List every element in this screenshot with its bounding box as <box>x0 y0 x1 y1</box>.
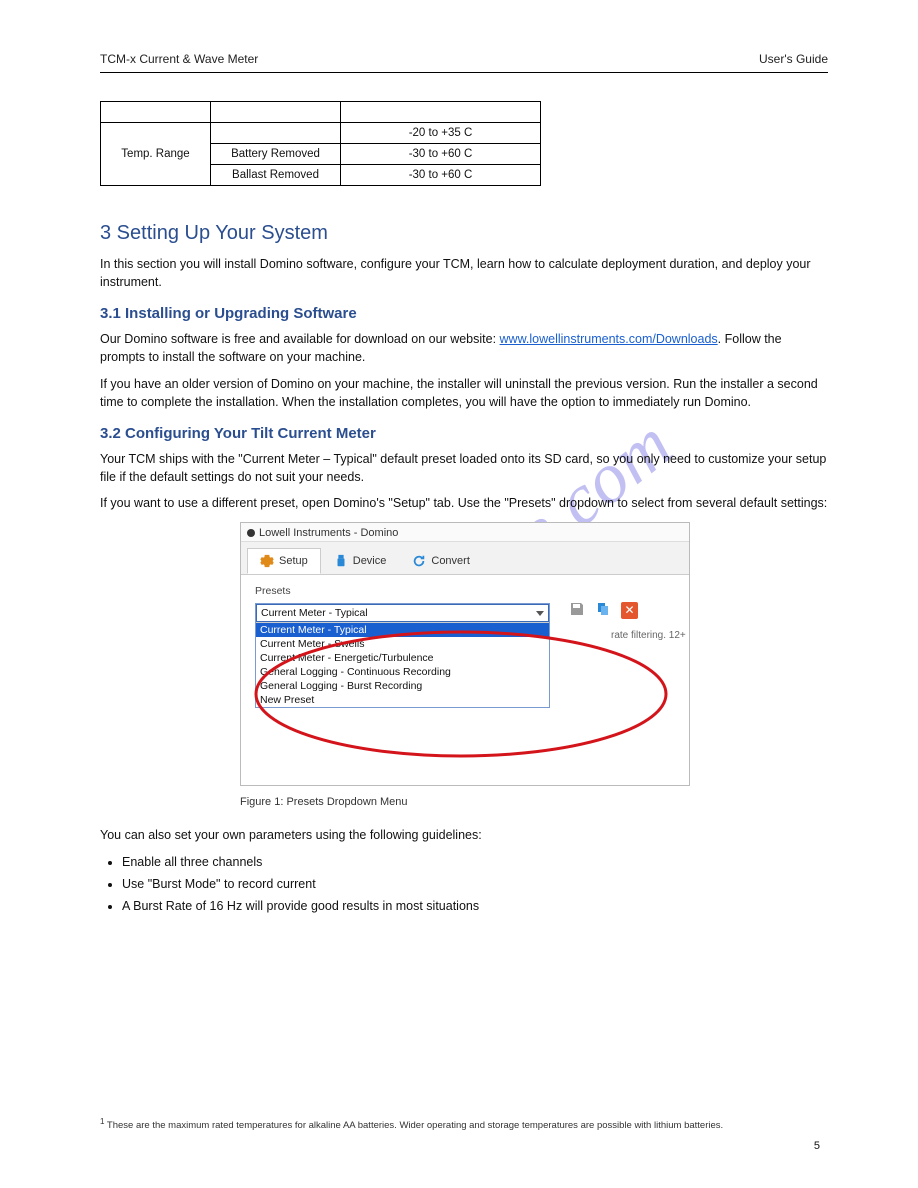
dropdown-item[interactable]: New Preset <box>256 693 549 707</box>
paragraph: If you have an older version of Domino o… <box>100 375 828 411</box>
header-right: User's Guide <box>759 52 828 66</box>
spec-cell: Ballast Removed <box>211 165 341 186</box>
dropdown-item[interactable]: Current Meter - Swells <box>256 637 549 651</box>
spec-cell: -30 to +60 C <box>341 144 541 165</box>
figure-screenshot: Lowell Instruments - Domino Setup Device… <box>240 522 690 786</box>
app-icon <box>247 529 255 537</box>
paragraph: You can also set your own parameters usi… <box>100 826 828 844</box>
tab-device[interactable]: Device <box>321 548 400 574</box>
spec-cell: -20 to +35 C <box>341 123 541 144</box>
spec-table: Storage & Transportation Temp. Range -20… <box>100 101 541 186</box>
dropdown-list: Current Meter - Typical Current Meter - … <box>256 622 549 707</box>
window-title-text: Lowell Instruments - Domino <box>259 527 398 539</box>
spec-row-label: Temp. Range <box>101 123 211 186</box>
tab-label: Convert <box>431 555 470 567</box>
spec-col-header: Storage & Transportation <box>341 102 541 123</box>
list-item: Use "Burst Mode" to record current <box>122 874 828 894</box>
paragraph: Our Domino software is free and availabl… <box>100 330 828 366</box>
filter-text-partial: rate filtering. 12+ mo <box>611 630 690 641</box>
save-icon[interactable] <box>569 601 585 619</box>
guidelines-list: Enable all three channels Use "Burst Mod… <box>122 852 828 916</box>
paragraph: If you want to use a different preset, o… <box>100 494 828 512</box>
dropdown-item[interactable]: Current Meter - Energetic/Turbulence <box>256 651 549 665</box>
figure-caption: Figure 1: Presets Dropdown Menu <box>240 796 828 808</box>
usb-icon <box>334 554 348 568</box>
header: TCM-x Current & Wave Meter User's Guide <box>100 52 828 72</box>
spec-cell <box>211 123 341 144</box>
dropdown-item[interactable]: General Logging - Burst Recording <box>256 679 549 693</box>
gear-icon <box>260 554 274 568</box>
delete-icon[interactable]: ✕ <box>621 602 638 619</box>
text-run: Our Domino software is free and availabl… <box>100 332 500 346</box>
footnote-number: 1 <box>100 1117 104 1126</box>
header-divider <box>100 72 828 73</box>
page-number: 5 <box>814 1140 820 1152</box>
dropdown-selected[interactable]: Current Meter - Typical <box>256 604 549 622</box>
tab-label: Device <box>353 555 387 567</box>
spec-cell: -30 to +60 C <box>341 165 541 186</box>
list-item: Enable all three channels <box>122 852 828 872</box>
copy-icon[interactable] <box>595 601 611 619</box>
download-link[interactable]: www.lowellinstruments.com/Downloads <box>500 332 718 346</box>
window-title: Lowell Instruments - Domino <box>241 523 689 542</box>
footnote-text: These are the maximum rated temperatures… <box>107 1120 723 1131</box>
presets-dropdown[interactable]: Current Meter - Typical Current Meter - … <box>255 603 550 708</box>
section-paragraph: In this section you will install Domino … <box>100 255 828 291</box>
spec-cell: Battery Removed <box>211 144 341 165</box>
dropdown-item[interactable]: Current Meter - Typical <box>256 623 549 637</box>
tab-label: Setup <box>279 555 308 567</box>
subsection-heading: 3.1 Installing or Upgrading Software <box>100 305 828 322</box>
tab-bar: Setup Device Convert <box>241 542 689 575</box>
list-item: A Burst Rate of 16 Hz will provide good … <box>122 896 828 916</box>
dropdown-item[interactable]: General Logging - Continuous Recording <box>256 665 549 679</box>
refresh-icon <box>412 554 426 568</box>
presets-group-label: Presets <box>255 585 675 597</box>
tab-convert[interactable]: Convert <box>399 548 483 574</box>
subsection-heading: 3.2 Configuring Your Tilt Current Meter <box>100 425 828 442</box>
paragraph: Your TCM ships with the "Current Meter –… <box>100 450 828 486</box>
section-heading: 3 Setting Up Your System <box>100 222 828 245</box>
header-left: TCM-x Current & Wave Meter <box>100 52 258 66</box>
tab-setup[interactable]: Setup <box>247 548 321 574</box>
footnote: 1 These are the maximum rated temperatur… <box>100 1117 723 1133</box>
